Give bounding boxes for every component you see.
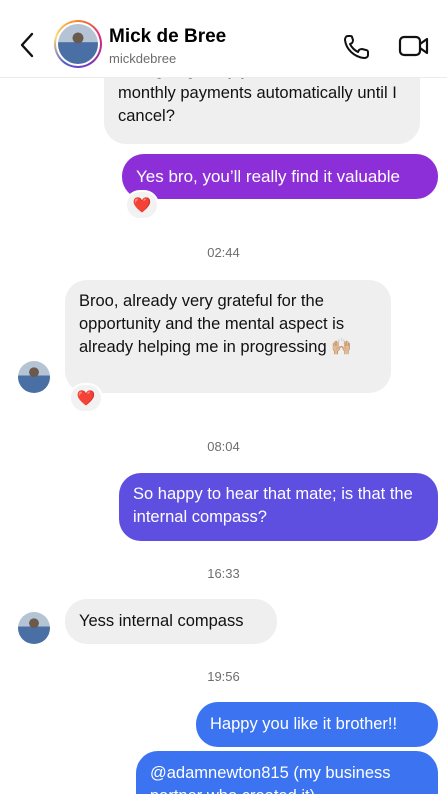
sender-avatar[interactable] xyxy=(18,361,50,393)
reaction-heart[interactable]: ❤️ xyxy=(125,190,159,220)
contact-name[interactable]: Mick de Bree xyxy=(109,26,226,48)
profile-photo xyxy=(58,24,98,64)
video-camera-icon xyxy=(398,35,429,57)
message-incoming[interactable]: Broo, already very grateful for the oppo… xyxy=(65,280,391,393)
message-outgoing[interactable]: @adamnewton815 (my business partner who … xyxy=(136,751,438,794)
avatar[interactable] xyxy=(54,20,102,68)
reaction-heart[interactable]: ❤️ xyxy=(69,383,103,413)
timestamp: 02:44 xyxy=(207,245,240,260)
sender-avatar[interactable] xyxy=(18,612,50,644)
message-text: Happy you like it brother!! xyxy=(210,715,398,733)
message-text: Yess internal compass xyxy=(79,612,244,630)
message-text: Yes bro, you’ll really find it valuable xyxy=(136,167,400,186)
back-button[interactable] xyxy=(14,30,40,60)
timestamp: 19:56 xyxy=(207,669,240,684)
video-call-button[interactable] xyxy=(398,34,430,58)
message-incoming[interactable]: Yess internal compass xyxy=(65,599,277,644)
heart-icon: ❤️ xyxy=(132,197,152,214)
chevron-left-icon xyxy=(20,32,34,58)
heart-icon: ❤️ xyxy=(76,390,96,407)
chat-header: Mick de Bree mickdebree xyxy=(0,0,447,78)
message-outgoing[interactable]: Yes bro, you’ll really find it valuable xyxy=(122,154,438,199)
message-outgoing[interactable]: So happy to hear that mate; is that the … xyxy=(119,473,438,541)
message-text: @adamnewton815 (my business partner who … xyxy=(150,764,391,794)
contact-handle: mickdebree xyxy=(109,51,177,66)
message-outgoing[interactable]: Happy you like it brother!! xyxy=(196,702,438,747)
phone-icon xyxy=(344,35,369,59)
call-button[interactable] xyxy=(342,33,372,61)
message-text: So happy to hear that mate; is that the … xyxy=(133,485,413,526)
timestamp: 16:33 xyxy=(207,566,240,581)
timestamp: 08:04 xyxy=(207,439,240,454)
message-text: Broo, already very grateful for the oppo… xyxy=(79,292,352,356)
